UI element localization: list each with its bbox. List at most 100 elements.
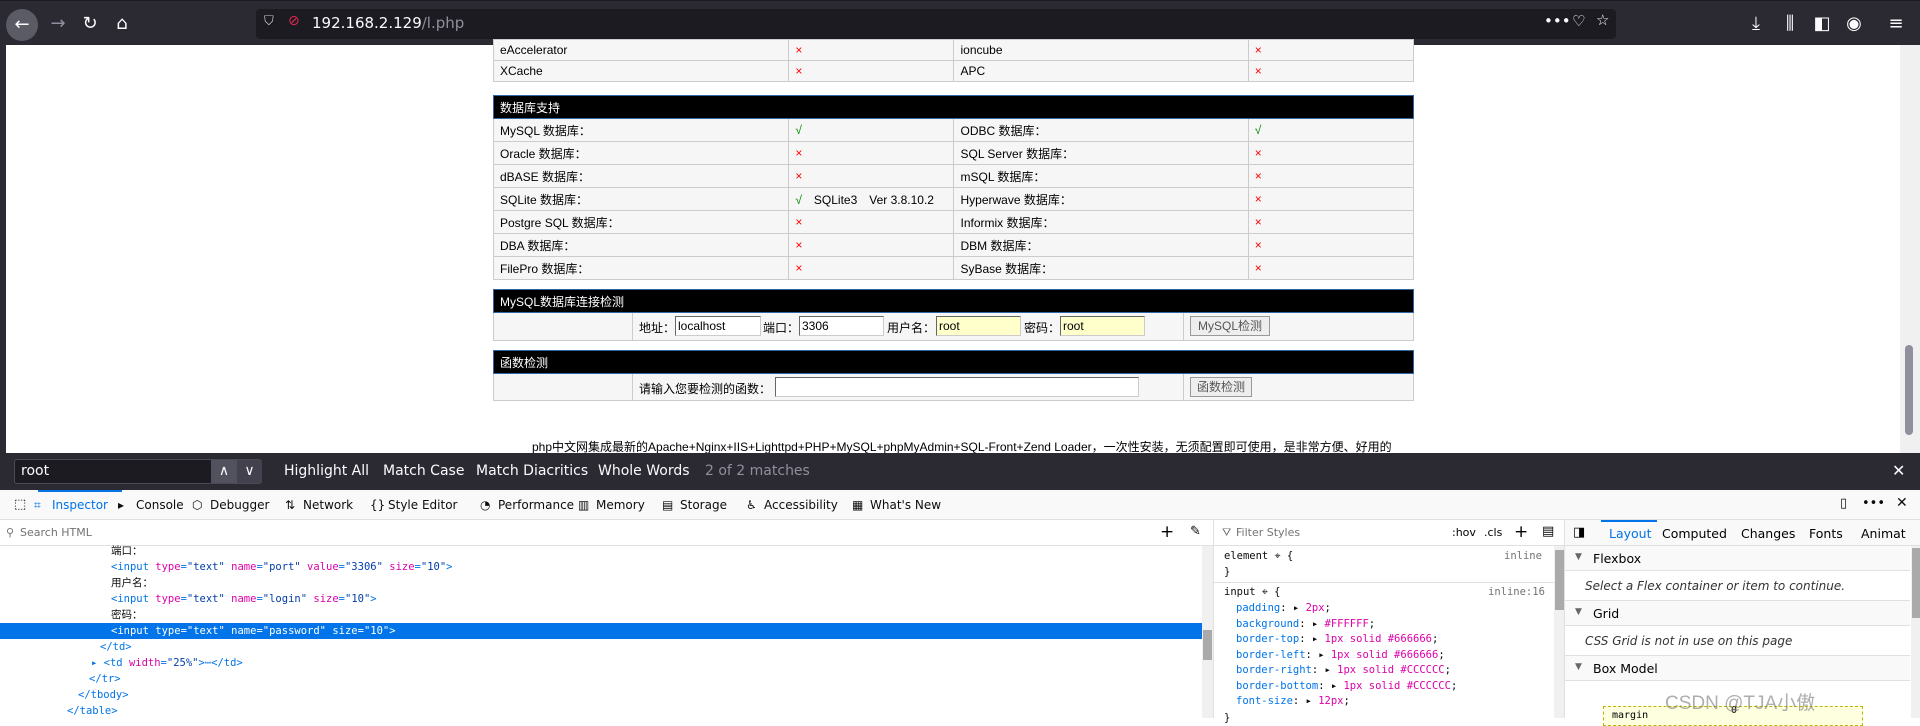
page-scrollbar-thumb[interactable] (1905, 345, 1913, 435)
css-declaration[interactable]: border-bottom: ▸ 1px solid #CCCCCC; (1236, 680, 1457, 692)
db-status: × (1247, 210, 1415, 234)
css-declaration[interactable]: background: ▸ #FFFFFF; (1236, 618, 1375, 630)
account-icon[interactable]: ◉ (1840, 10, 1868, 38)
password-input[interactable]: root (1060, 316, 1145, 336)
tab-computed[interactable]: Computed (1662, 526, 1727, 541)
address-input[interactable]: localhost (675, 316, 761, 336)
forward-button[interactable]: → (44, 10, 72, 38)
markup-line[interactable]: <input type="text" name="login" size="10… (0, 591, 1202, 607)
markup-scrollbar-thumb[interactable] (1203, 630, 1212, 660)
filter-styles-input[interactable]: Filter Styles (1236, 526, 1300, 539)
markup-line[interactable]: <input type="text" name="port" value="33… (0, 559, 1202, 575)
rules-scrollbar-thumb[interactable] (1555, 550, 1564, 610)
db-status: √ (1247, 118, 1415, 142)
markup-line[interactable]: ▸ <td width="25%">⋯</td> (0, 655, 1202, 671)
address-label: 地址： (639, 321, 676, 335)
cls-toggle[interactable]: .cls (1484, 526, 1502, 539)
table-row: MySQL 数据库： √ ODBC 数据库： √ (492, 118, 1415, 142)
db-name: SQL Server 数据库： (953, 141, 1249, 165)
markup-line[interactable]: </tr> (0, 671, 1202, 687)
sidebar-icon[interactable]: ◧ (1808, 10, 1836, 38)
insecure-lock-icon[interactable]: ⊘ (288, 13, 300, 29)
shield-icon[interactable]: ⛉ (264, 14, 274, 29)
input-rule-source[interactable]: inline:16 (1488, 586, 1545, 598)
tab-inspector[interactable]: Inspector (52, 498, 108, 512)
rules-pane: ⛛ Filter Styles :hov .cls + ▤ element ⌖ … (1213, 520, 1565, 724)
tab-what-s-new[interactable]: What's New (870, 498, 941, 512)
db-name: SQLite 数据库： (492, 187, 790, 211)
tab-fonts[interactable]: Fonts (1809, 526, 1843, 541)
markup-line[interactable]: </table> (0, 703, 1202, 719)
whole-words-toggle[interactable]: Whole Words (598, 463, 690, 479)
reload-button[interactable]: ↻ (76, 10, 104, 38)
db-status: × (1247, 256, 1415, 280)
print-stylesheet-icon[interactable]: ▤ (1542, 524, 1554, 539)
function-check-button[interactable]: 函数检测 (1190, 377, 1252, 397)
tab-storage[interactable]: Storage (680, 498, 727, 512)
menu-icon[interactable]: ≡ (1882, 10, 1910, 38)
match-case-toggle[interactable]: Match Case (383, 463, 464, 479)
flexbox-section-header[interactable]: ▼ Flexbox (1565, 546, 1910, 571)
hov-toggle[interactable]: :hov (1452, 526, 1476, 539)
tab-animat[interactable]: Animat (1861, 526, 1906, 541)
mysql-check-button[interactable]: MySQL检测 (1190, 316, 1270, 336)
find-input[interactable]: root ∧ ∨ (14, 459, 262, 484)
find-previous-button[interactable]: ∧ (211, 460, 237, 483)
find-status: 2 of 2 matches (705, 463, 810, 479)
markup-line[interactable]: 端口： (0, 543, 1202, 559)
db-status: × (788, 164, 955, 188)
find-next-button[interactable]: ∨ (237, 460, 262, 483)
element-picker-icon[interactable]: ⬚ (14, 497, 26, 512)
downloads-icon[interactable]: ⤓ (1742, 10, 1770, 38)
highlight-all-toggle[interactable]: Highlight All (284, 463, 369, 479)
markup-line[interactable]: </tbody> (0, 687, 1202, 703)
css-declaration[interactable]: border-right: ▸ 1px solid #CCCCCC; (1236, 664, 1451, 676)
add-node-icon[interactable]: + (1160, 522, 1174, 542)
search-html-input[interactable]: Search HTML (20, 526, 92, 539)
tab-changes[interactable]: Changes (1741, 526, 1795, 541)
db-name: DBA 数据库： (492, 233, 790, 257)
markup-line[interactable]: 用户名： (0, 575, 1202, 591)
table-row: FilePro 数据库： × SyBase 数据库： × (492, 256, 1415, 280)
css-declaration[interactable]: font-size: ▸ 12px; (1236, 695, 1350, 707)
markup-line[interactable]: </td> (0, 639, 1202, 655)
markup-line[interactable]: <input type="text" name="password" size=… (0, 623, 1202, 639)
port-input[interactable]: 3306 (799, 316, 884, 336)
tab-memory[interactable]: Memory (596, 498, 645, 512)
function-input[interactable] (775, 377, 1139, 397)
username-input[interactable]: root (936, 316, 1021, 336)
tab-performance[interactable]: Performance (498, 498, 574, 512)
pocket-icon[interactable]: ♡ (1572, 12, 1585, 30)
layout-scrollbar-thumb[interactable] (1912, 548, 1920, 618)
home-button[interactable]: ⌂ (108, 10, 136, 38)
toggle-sidebar-icon[interactable]: ◨ (1573, 525, 1585, 540)
add-rule-icon[interactable]: + (1514, 522, 1528, 542)
close-find-bar-icon[interactable]: ✕ (1892, 461, 1905, 480)
table-row: XCache × APC × (492, 60, 1415, 82)
more-options-icon[interactable]: ••• (1862, 496, 1885, 511)
tab-accessibility[interactable]: Accessibility (764, 498, 838, 512)
box-model-section-header[interactable]: ▼ Box Model (1565, 656, 1910, 681)
eyedropper-icon[interactable]: ✎ (1190, 524, 1201, 539)
url-bar[interactable]: ⛉ ⊘ 192.168.2.129/l.php ••• ♡ ☆ (256, 9, 1616, 39)
storage-icon: ▤ (662, 498, 674, 512)
tab-network[interactable]: Network (303, 498, 353, 512)
grid-section-header[interactable]: ▼ Grid (1565, 601, 1910, 626)
tab-style-editor[interactable]: Style Editor (388, 498, 457, 512)
more-icon[interactable]: ••• (1544, 12, 1571, 30)
bookmark-star-icon[interactable]: ☆ (1596, 11, 1609, 29)
tab-console[interactable]: Console (136, 498, 184, 512)
css-declaration[interactable]: border-top: ▸ 1px solid #666666; (1236, 633, 1438, 645)
tab-layout[interactable]: Layout (1609, 526, 1652, 541)
match-diacritics-toggle[interactable]: Match Diacritics (476, 463, 588, 479)
library-icon[interactable]: ⫼ (1776, 10, 1804, 38)
console-icon: ▸ (118, 498, 125, 512)
close-devtools-icon[interactable]: ✕ (1896, 495, 1908, 511)
tab-debugger[interactable]: Debugger (210, 498, 269, 512)
table-cell: × (788, 60, 955, 82)
dock-icon[interactable]: ▯ (1840, 496, 1847, 511)
css-declaration[interactable]: padding: ▸ 2px; (1236, 602, 1331, 614)
markup-line[interactable]: 密码： (0, 607, 1202, 623)
back-button[interactable]: ← (6, 9, 38, 41)
css-declaration[interactable]: border-left: ▸ 1px solid #666666; (1236, 649, 1445, 661)
